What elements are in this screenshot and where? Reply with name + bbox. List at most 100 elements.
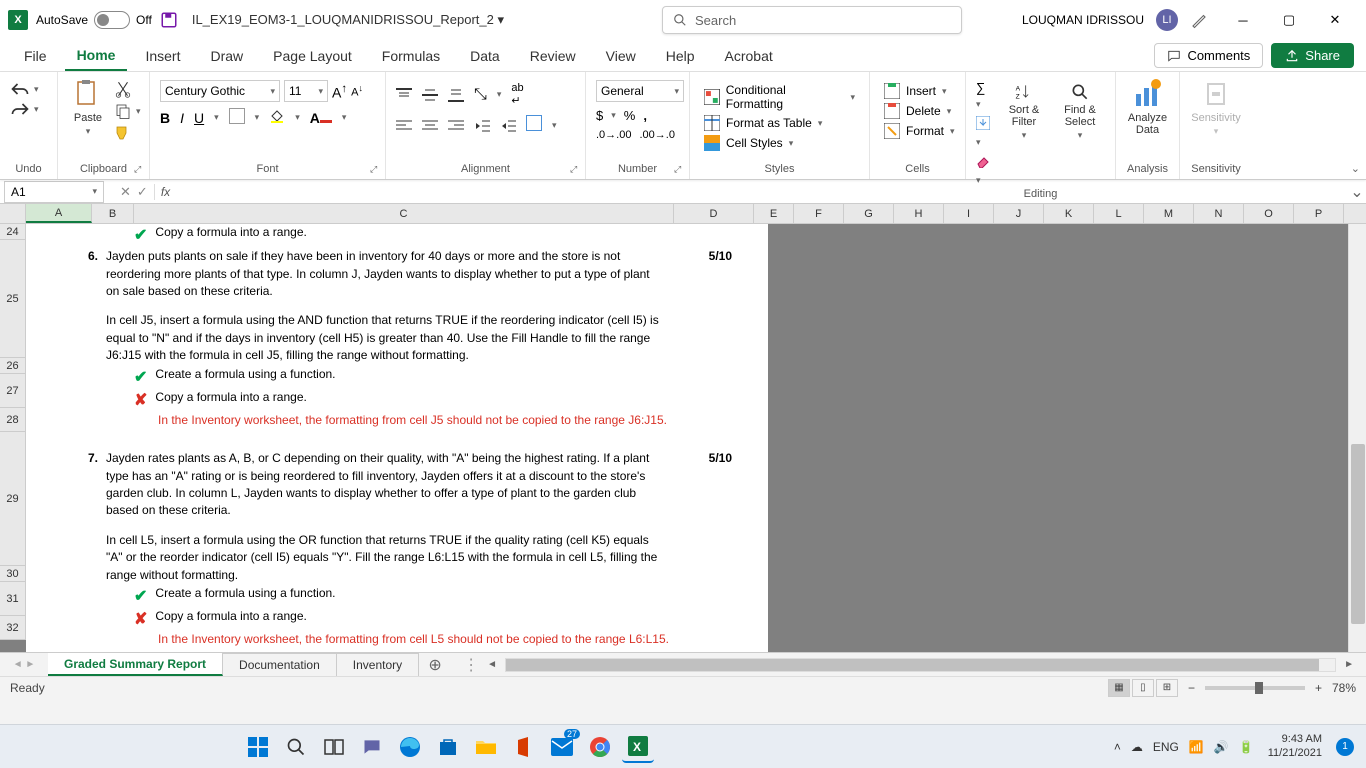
analyze-data-button[interactable]: Analyze Data [1119, 76, 1177, 138]
tab-pagelayout[interactable]: Page Layout [261, 42, 364, 70]
col-F[interactable]: F [794, 204, 844, 223]
store-button[interactable] [432, 731, 464, 763]
sheet-content[interactable]: ✔Copy a formula into a range. 6. Jayden … [26, 224, 1338, 652]
hscroll-thumb[interactable] [506, 659, 1318, 671]
formula-bar[interactable] [176, 181, 1348, 203]
sheet-tab-documentation[interactable]: Documentation [223, 653, 337, 676]
currency-button[interactable]: $ [596, 108, 603, 123]
align-bottom-icon[interactable] [448, 88, 464, 102]
increase-indent-icon[interactable] [500, 119, 516, 133]
col-N[interactable]: N [1194, 204, 1244, 223]
onedrive-icon[interactable]: ☁ [1131, 740, 1143, 754]
tab-help[interactable]: Help [654, 42, 707, 70]
excel-button[interactable]: X [622, 731, 654, 763]
row-29[interactable]: 29 [0, 432, 25, 566]
col-B[interactable]: B [92, 204, 134, 223]
col-C[interactable]: C [134, 204, 674, 223]
mail-button[interactable]: 27 [546, 731, 578, 763]
font-launcher-icon[interactable]: ⤢ [370, 164, 382, 176]
battery-icon[interactable]: 🔋 [1239, 740, 1254, 754]
sheet-nav-arrows[interactable]: ◄ ► [0, 653, 48, 676]
row-25[interactable]: 25 [0, 240, 25, 358]
number-launcher-icon[interactable]: ⤢ [674, 164, 686, 176]
copy-button[interactable]: ▾ [114, 102, 141, 120]
bold-button[interactable]: B [160, 110, 170, 126]
orientation-button[interactable]: ⤡ [474, 86, 487, 104]
percent-button[interactable]: % [624, 108, 636, 123]
col-L[interactable]: L [1094, 204, 1144, 223]
scrollbar-thumb[interactable] [1351, 444, 1365, 624]
row-32[interactable]: 32 [0, 616, 25, 640]
undo-button[interactable]: ▾ [10, 82, 39, 96]
borders-button[interactable] [229, 108, 245, 127]
comma-button[interactable]: , [643, 108, 647, 123]
font-name-select[interactable]: Century Gothic▾ [160, 80, 280, 102]
col-K[interactable]: K [1044, 204, 1094, 223]
name-box[interactable]: A1▾ [4, 181, 104, 203]
col-O[interactable]: O [1244, 204, 1294, 223]
save-icon[interactable] [160, 11, 178, 29]
row-26[interactable]: 26 [0, 358, 25, 374]
row-28[interactable]: 28 [0, 408, 25, 432]
user-avatar-icon[interactable]: LI [1156, 9, 1178, 31]
delete-cells-button[interactable]: Delete ▾ [880, 102, 959, 120]
share-button[interactable]: Share [1271, 43, 1354, 68]
sheet-tab-graded[interactable]: Graded Summary Report [48, 653, 223, 676]
cancel-formula-icon[interactable]: ✕ [120, 184, 131, 200]
collapse-ribbon-icon[interactable]: ⌄ [1351, 162, 1360, 175]
col-H[interactable]: H [894, 204, 944, 223]
alignment-launcher-icon[interactable]: ⤢ [570, 164, 582, 176]
align-top-icon[interactable] [396, 88, 412, 102]
enter-formula-icon[interactable]: ✓ [137, 184, 148, 200]
volume-icon[interactable]: 🔊 [1214, 740, 1229, 754]
notifications-button[interactable]: 1 [1336, 738, 1354, 756]
decrease-decimal-icon[interactable]: .00→.0 [639, 129, 674, 141]
cell-styles-button[interactable]: Cell Styles▾ [700, 134, 859, 152]
wrap-text-button[interactable]: ab↵ [511, 82, 523, 107]
tab-data[interactable]: Data [458, 42, 512, 70]
sensitivity-button[interactable]: Sensitivity▾ [1187, 76, 1245, 139]
clock[interactable]: 9:43 AM 11/21/2021 [1268, 733, 1322, 759]
fill-color-button[interactable] [269, 108, 285, 127]
vertical-scrollbar[interactable] [1348, 224, 1366, 652]
col-D[interactable]: D [674, 204, 754, 223]
align-center-icon[interactable] [422, 119, 438, 133]
increase-font-icon[interactable]: A↑ [332, 82, 347, 101]
font-color-button[interactable]: A [310, 110, 332, 126]
tab-view[interactable]: View [594, 42, 648, 70]
insert-cells-button[interactable]: Insert ▾ [880, 82, 959, 100]
zoom-slider[interactable] [1205, 686, 1305, 690]
expand-formula-bar-icon[interactable]: ⌄ [1348, 182, 1366, 202]
number-format-select[interactable]: General▾ [596, 80, 684, 102]
align-left-icon[interactable] [396, 119, 412, 133]
view-page-layout-icon[interactable]: ▯ [1132, 679, 1154, 697]
row-27[interactable]: 27 [0, 374, 25, 408]
view-page-break-icon[interactable]: ⊞ [1156, 679, 1178, 697]
chrome-button[interactable] [584, 731, 616, 763]
tray-expand-icon[interactable]: ˄ [1114, 740, 1121, 754]
row-31[interactable]: 31 [0, 582, 25, 616]
fill-button[interactable]: ▾ [976, 116, 993, 148]
tab-file[interactable]: File [12, 42, 59, 70]
font-size-select[interactable]: 11▾ [284, 80, 328, 102]
autosave-toggle[interactable]: AutoSave Off [36, 11, 152, 29]
office-button[interactable] [508, 731, 540, 763]
maximize-button[interactable]: ▢ [1266, 4, 1312, 36]
tab-draw[interactable]: Draw [198, 42, 255, 70]
add-sheet-button[interactable]: ⊕ [419, 653, 451, 676]
zoom-level[interactable]: 78% [1332, 681, 1356, 695]
conditional-formatting-button[interactable]: Conditional Formatting▾ [700, 82, 859, 112]
edge-button[interactable] [394, 731, 426, 763]
tab-formulas[interactable]: Formulas [370, 42, 452, 70]
tab-acrobat[interactable]: Acrobat [713, 42, 785, 70]
col-I[interactable]: I [944, 204, 994, 223]
fx-icon[interactable]: fx [155, 185, 176, 199]
zoom-out-button[interactable]: − [1188, 681, 1195, 695]
task-view-button[interactable] [318, 731, 350, 763]
format-painter-icon[interactable] [114, 124, 132, 142]
autosum-button[interactable]: ∑ ▾ [976, 80, 993, 110]
format-as-table-button[interactable]: Format as Table▾ [700, 114, 859, 132]
search-input[interactable]: Search [662, 6, 962, 34]
cut-icon[interactable] [114, 80, 132, 98]
taskbar-search-button[interactable] [280, 731, 312, 763]
